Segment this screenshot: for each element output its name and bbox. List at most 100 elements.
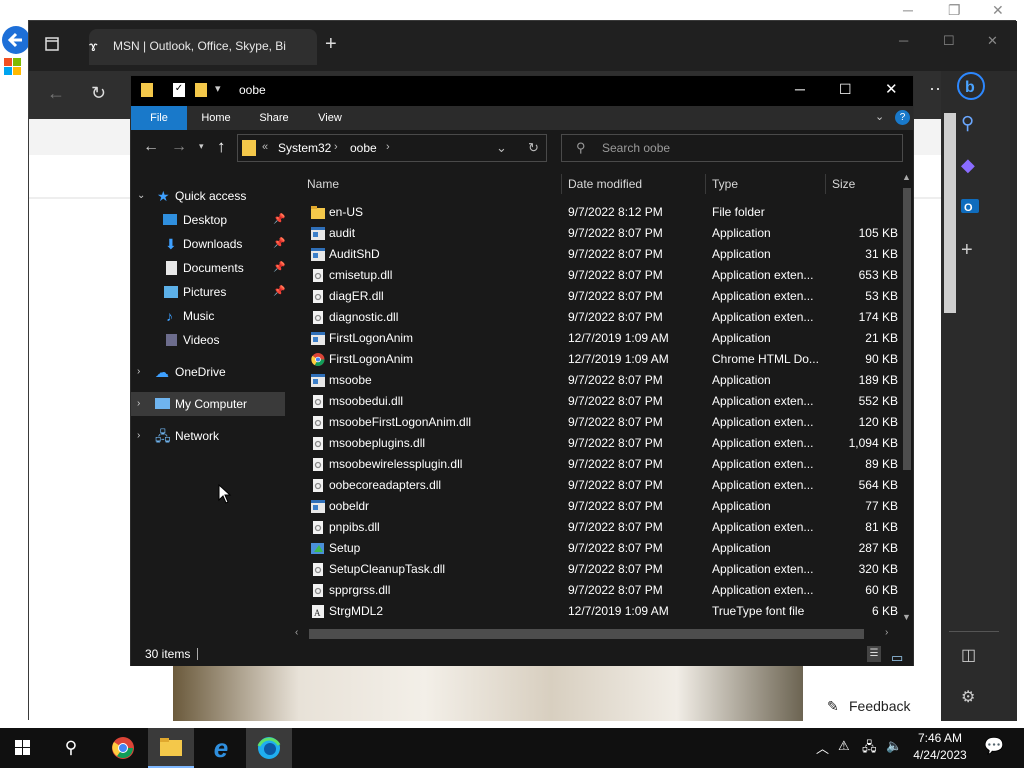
vertical-scrollbar[interactable]: ▲ ▼ bbox=[901, 172, 913, 624]
pin-icon[interactable]: 📌 bbox=[273, 280, 285, 304]
file-row[interactable]: FirstLogonAnim 12/7/2019 1:09 AM Chrome HT… bbox=[291, 349, 901, 370]
file-row[interactable]: msoobewirelessplugin.dll 9/7/2022 8:07 PM… bbox=[291, 454, 901, 475]
search-input[interactable]: ⚲ Search oobe bbox=[561, 134, 903, 162]
file-row[interactable]: msoobeplugins.dll 9/7/2022 8:07 PM Applica… bbox=[291, 433, 901, 454]
add-icon[interactable]: + bbox=[961, 239, 973, 262]
shopping-icon[interactable]: ◆ bbox=[961, 155, 975, 176]
tab-file[interactable]: File bbox=[131, 106, 187, 130]
quick-access-toolbar-dropdown-icon[interactable]: ▾ bbox=[215, 82, 221, 95]
close-icon[interactable]: ✕ bbox=[885, 80, 898, 98]
volume-icon[interactable]: 🔈 bbox=[886, 738, 902, 754]
sidebar-toggle-icon[interactable]: ◫ bbox=[961, 645, 976, 665]
nav-item-desktop[interactable]: Desktop 📌 bbox=[131, 208, 289, 232]
chevron-right-icon[interactable]: › bbox=[334, 141, 338, 153]
chevron-right-icon[interactable]: › bbox=[137, 360, 140, 384]
column-divider[interactable] bbox=[825, 174, 826, 194]
clock[interactable]: 7:46 AM 4/24/2023 bbox=[908, 730, 972, 766]
close-icon[interactable]: ✕ bbox=[987, 33, 998, 49]
outlook-icon[interactable]: O bbox=[961, 197, 979, 218]
tab-actions-icon[interactable] bbox=[45, 37, 59, 54]
restore-icon[interactable]: ❐ bbox=[948, 2, 961, 19]
minimize-icon[interactable]: ─ bbox=[903, 2, 913, 18]
new-folder-icon[interactable] bbox=[195, 83, 207, 97]
nav-item-downloads[interactable]: ⬇ Downloads 📌 bbox=[131, 232, 289, 256]
pin-icon[interactable]: 📌 bbox=[273, 232, 285, 256]
file-row[interactable]: oobecoreadapters.dll 9/7/2022 8:07 PM Appl… bbox=[291, 475, 901, 496]
up-icon[interactable]: ↑ bbox=[217, 137, 226, 157]
tab-home[interactable]: Home bbox=[191, 106, 241, 130]
forward-icon[interactable]: → bbox=[171, 138, 187, 156]
file-explorer-taskbar-button[interactable] bbox=[148, 728, 194, 768]
file-row[interactable]: oobeldr 9/7/2022 8:07 PM Application 77 KB bbox=[291, 496, 901, 517]
file-row[interactable]: diagER.dll 9/7/2022 8:07 PM Application ex… bbox=[291, 286, 901, 307]
minimize-icon[interactable]: ─ bbox=[899, 33, 908, 48]
nav-item-onedrive[interactable]: › ☁ OneDrive bbox=[131, 360, 289, 384]
new-tab-icon[interactable]: + bbox=[325, 33, 337, 56]
file-row[interactable]: SetupCleanupTask.dll 9/7/2022 8:07 PM Appl… bbox=[291, 559, 901, 580]
search-icon[interactable]: ⚲ bbox=[48, 728, 94, 768]
expand-ribbon-icon[interactable]: ⌄ bbox=[875, 110, 884, 123]
column-divider[interactable] bbox=[705, 174, 706, 194]
settings-icon[interactable]: ⚙ bbox=[961, 687, 975, 707]
minimize-icon[interactable]: ─ bbox=[795, 81, 805, 97]
notifications-icon[interactable]: 💬 bbox=[984, 736, 1004, 756]
recent-locations-icon[interactable]: ▾ bbox=[199, 141, 204, 152]
pin-icon[interactable]: 📌 bbox=[273, 208, 285, 232]
security-icon[interactable]: ⚠ bbox=[838, 738, 850, 754]
nav-item-videos[interactable]: Videos bbox=[131, 328, 289, 352]
help-icon[interactable]: ? bbox=[895, 110, 910, 125]
scroll-thumb[interactable] bbox=[309, 629, 864, 639]
file-row[interactable]: en-US 9/7/2022 8:12 PM File folder bbox=[291, 202, 901, 223]
maximize-icon[interactable]: ☐ bbox=[839, 81, 852, 98]
chevron-right-icon[interactable]: › bbox=[137, 392, 140, 416]
feedback-button[interactable]: ✎ Feedback bbox=[819, 693, 935, 719]
nav-item-music[interactable]: ♪ Music bbox=[131, 304, 289, 328]
network-status-icon[interactable]: 🖧 bbox=[862, 738, 877, 760]
column-header-type[interactable]: Type bbox=[712, 172, 824, 196]
bing-icon[interactable]: b bbox=[956, 71, 986, 104]
file-row[interactable]: audit 9/7/2022 8:07 PM Application 105 KB bbox=[291, 223, 901, 244]
chevron-down-icon[interactable]: ⌄ bbox=[137, 184, 145, 208]
back-icon[interactable]: ← bbox=[143, 138, 159, 156]
scroll-thumb[interactable] bbox=[903, 188, 911, 470]
column-divider[interactable] bbox=[561, 174, 562, 194]
breadcrumb-oobe[interactable]: oobe bbox=[350, 141, 377, 155]
internet-explorer-icon[interactable]: e bbox=[198, 728, 244, 768]
column-header-name[interactable]: Name bbox=[307, 172, 557, 196]
column-header-size[interactable]: Size bbox=[832, 172, 902, 196]
large-icons-view-icon[interactable]: ▭ bbox=[891, 646, 907, 665]
breadcrumb-system32[interactable]: System32 bbox=[278, 141, 331, 155]
chrome-icon[interactable] bbox=[100, 728, 146, 768]
scroll-left-icon[interactable]: ‹ bbox=[295, 627, 298, 638]
nav-item-my-computer[interactable]: › My Computer bbox=[131, 392, 285, 416]
refresh-icon[interactable]: ↻ bbox=[528, 140, 539, 156]
close-icon[interactable]: ✕ bbox=[992, 2, 1004, 19]
back-icon[interactable]: ← bbox=[47, 83, 65, 104]
browser-tab[interactable]: ɤ MSN | Outlook, Office, Skype, Bi bbox=[89, 29, 317, 65]
refresh-icon[interactable]: ↻ bbox=[91, 83, 106, 104]
page-scrollbar[interactable] bbox=[944, 113, 956, 313]
file-row[interactable]: msoobeFirstLogonAnim.dll 9/7/2022 8:07 PM… bbox=[291, 412, 901, 433]
tab-view[interactable]: View bbox=[305, 106, 355, 130]
nav-item-network[interactable]: › 🖧 Network bbox=[131, 424, 289, 448]
back-arrow-icon[interactable] bbox=[0, 22, 30, 58]
nav-item-pictures[interactable]: Pictures 📌 bbox=[131, 280, 289, 304]
file-row[interactable]: FirstLogonAnim 12/7/2019 1:09 AM Applicati… bbox=[291, 328, 901, 349]
start-button[interactable] bbox=[0, 728, 46, 768]
details-view-icon[interactable]: ☰ bbox=[867, 646, 881, 662]
scroll-up-icon[interactable]: ▲ bbox=[902, 172, 911, 182]
tab-share[interactable]: Share bbox=[249, 106, 299, 130]
chevron-down-icon[interactable]: ⌄ bbox=[496, 140, 507, 156]
edge-taskbar-button[interactable] bbox=[246, 728, 292, 768]
file-row[interactable]: spprgrss.dll 9/7/2022 8:07 PM Application … bbox=[291, 580, 901, 601]
column-header-date[interactable]: Date modified bbox=[568, 172, 704, 196]
file-row[interactable]: cmisetup.dll 9/7/2022 8:07 PM Application … bbox=[291, 265, 901, 286]
chevron-right-icon[interactable]: › bbox=[137, 424, 140, 448]
file-row[interactable]: Setup 9/7/2022 8:07 PM Application 287 KB bbox=[291, 538, 901, 559]
file-row[interactable]: diagnostic.dll 9/7/2022 8:07 PM Applicatio… bbox=[291, 307, 901, 328]
nav-item-documents[interactable]: Documents 📌 bbox=[131, 256, 289, 280]
show-hidden-icons-icon[interactable]: ︿ bbox=[816, 738, 829, 757]
chevron-right-icon[interactable]: › bbox=[386, 141, 390, 153]
breadcrumb-overflow[interactable]: « bbox=[262, 141, 268, 153]
pin-icon[interactable]: 📌 bbox=[273, 256, 285, 280]
